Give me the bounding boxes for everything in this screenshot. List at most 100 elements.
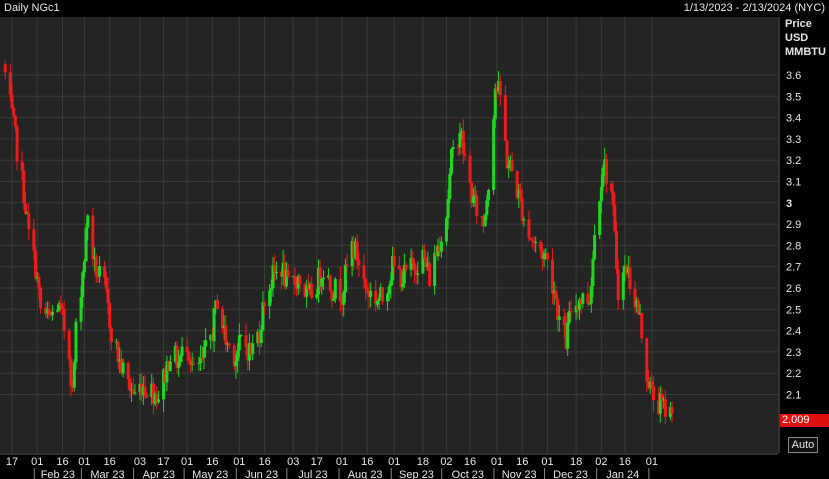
y-tick-label: 2.2 — [786, 368, 801, 380]
candle-body — [204, 340, 208, 347]
candle-body — [412, 263, 416, 271]
x-axis: 17 01 16 01 16 03 17 01 16 01 16 03 17 01 16 01 18 02 16 01… — [0, 453, 778, 479]
x-tick-label: 01 — [646, 456, 658, 468]
candle-body — [310, 283, 314, 298]
x-tick-label: 17 — [311, 456, 323, 468]
candle-body — [364, 278, 368, 289]
date-range-label: 1/13/2023 - 2/13/2024 (NYC) — [683, 2, 825, 14]
candle-body — [67, 330, 71, 359]
candle-body — [652, 386, 656, 401]
candle-body — [109, 328, 113, 343]
candle-body — [645, 338, 649, 382]
x-tick-label: 02 — [440, 456, 452, 468]
candle-body — [389, 280, 393, 287]
x-tick-label: 01 — [388, 456, 400, 468]
candle-body — [202, 346, 206, 358]
x-tick-label: 16 — [56, 456, 68, 468]
y-tick-label: 2.9 — [786, 219, 801, 231]
candle-body — [269, 288, 273, 291]
y-tick-label: 3.5 — [786, 91, 801, 103]
candle-body — [493, 88, 497, 120]
candle-body — [27, 212, 31, 230]
x-month-label: Feb 23 — [41, 469, 75, 479]
x-tick-label: 01 — [181, 456, 193, 468]
candle-body — [636, 300, 640, 315]
candle-body — [180, 346, 184, 356]
candle-body — [104, 277, 108, 289]
candle-body — [505, 140, 509, 169]
candle-body — [503, 95, 507, 141]
candle — [449, 147, 453, 176]
candle-body — [404, 264, 408, 270]
candle-body — [121, 362, 125, 374]
y-tick-label: 2.1 — [786, 390, 801, 402]
y-tick-label: 2.4 — [786, 326, 801, 338]
candle-body — [522, 219, 526, 221]
candle-body — [444, 217, 448, 242]
candle-body — [116, 341, 120, 362]
candle-body — [261, 302, 265, 331]
candle-body — [439, 241, 443, 252]
x-month-label: Nov 23 — [502, 469, 537, 479]
candle-body — [599, 186, 603, 202]
candle-body — [534, 241, 538, 243]
x-month-label: May 23 — [192, 469, 228, 479]
x-tick-label: 16 — [258, 456, 270, 468]
candle-body — [461, 130, 465, 154]
candle-body — [239, 335, 243, 337]
candle-body — [81, 272, 85, 298]
candle-body — [338, 279, 342, 302]
candle-body — [342, 292, 346, 305]
candle-body — [507, 164, 511, 169]
y-axis: 3.6 3.5 3.4 3.3 3.2 3.1 3 2.9 2.8 2.7 2.6 2.5 2.4 2.3… — [778, 17, 801, 453]
auto-scale-button[interactable]: Auto — [788, 437, 818, 453]
y-tick-label: 2.6 — [786, 283, 801, 295]
candle-body — [475, 195, 479, 217]
x-tick-label: 01 — [541, 456, 553, 468]
candle-body — [569, 310, 573, 313]
candle-body — [551, 259, 555, 294]
candle-body — [615, 231, 619, 270]
candle-body — [601, 167, 605, 187]
candle-body — [82, 261, 86, 273]
candle-body — [168, 361, 172, 371]
candle-body — [133, 392, 137, 394]
candle-body — [79, 297, 83, 322]
candle-body — [387, 286, 391, 294]
candle-body — [215, 300, 219, 309]
candle-body — [611, 191, 615, 205]
candle-body — [332, 298, 336, 301]
candle-body — [446, 199, 450, 218]
candle — [598, 200, 602, 240]
candle-body — [128, 378, 132, 391]
candle-body — [492, 119, 496, 190]
candle-body — [670, 407, 674, 414]
candle-body — [487, 189, 491, 201]
candle-body — [527, 219, 531, 238]
unit-line: Price — [785, 18, 812, 30]
candle-body — [483, 215, 487, 227]
x-tick-label: 02 — [595, 456, 607, 468]
x-tick-label: 16 — [464, 456, 476, 468]
candle — [444, 215, 448, 246]
candle-body — [55, 310, 59, 312]
candle-body — [74, 321, 78, 363]
candle-body — [416, 273, 420, 275]
candle-body — [86, 215, 90, 228]
candle-body — [37, 276, 41, 288]
y-tick-label: 2.7 — [786, 262, 801, 274]
plot-area — [0, 17, 778, 453]
candle-body — [227, 343, 231, 346]
candle-body — [268, 290, 272, 307]
candle-body — [320, 278, 324, 287]
candle-body — [530, 239, 534, 242]
candle-body — [545, 253, 549, 260]
y-tick-label: 3.2 — [786, 155, 801, 167]
x-tick-label: 16 — [206, 456, 218, 468]
unit-label: Price USD MMBTU — [785, 17, 829, 59]
candle — [428, 260, 432, 287]
candle-body — [485, 200, 489, 216]
candle-body — [510, 160, 514, 172]
candle-body — [593, 235, 597, 260]
candle-body — [185, 346, 189, 352]
